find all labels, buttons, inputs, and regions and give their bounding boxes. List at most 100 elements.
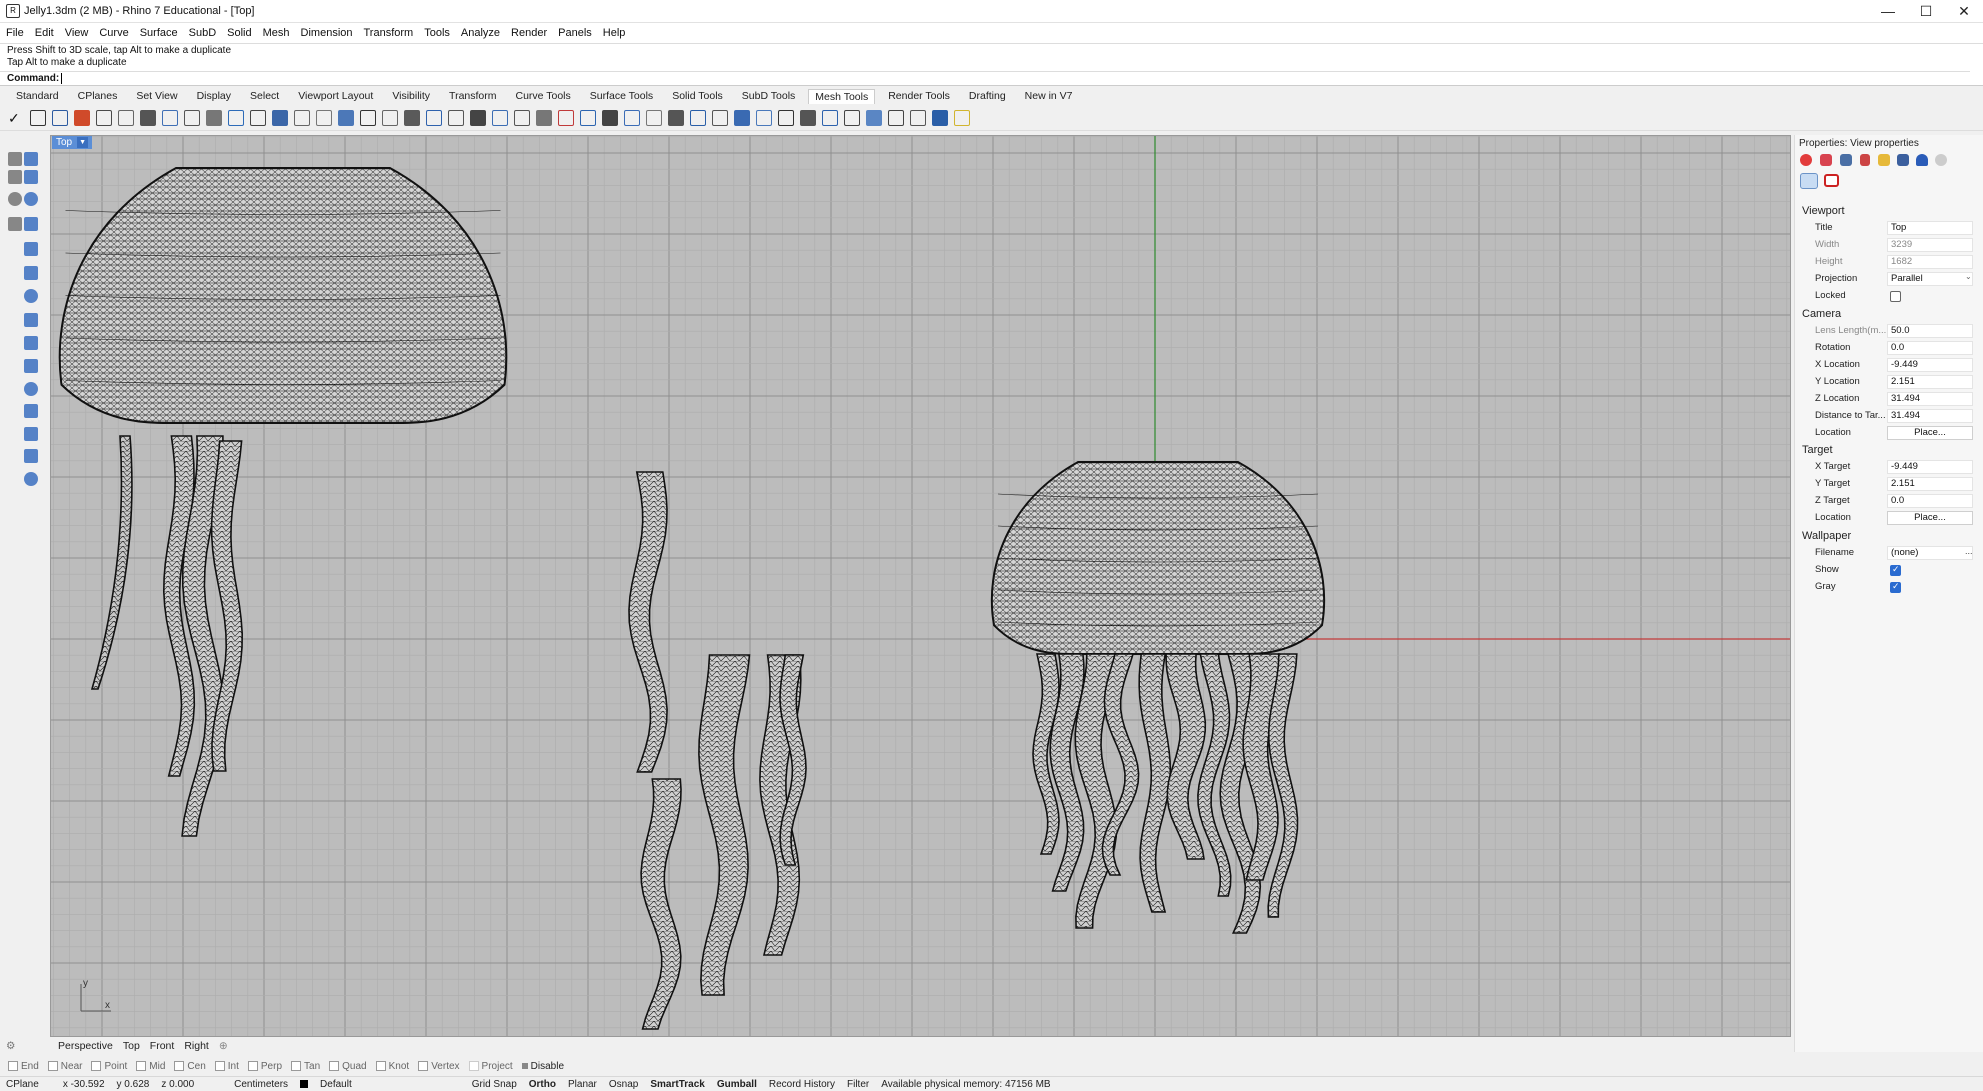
cplane-label[interactable]: CPlane [6,1079,39,1090]
tab-subd-tools[interactable]: SubD Tools [742,90,796,102]
modeling-tool-icon[interactable] [24,336,38,350]
osnap-point[interactable]: Point [91,1061,127,1072]
mesh-tool-icon[interactable] [52,109,68,126]
osnap-tan[interactable]: Tan [291,1061,320,1072]
top-viewport[interactable]: xy [50,135,1791,1037]
mesh-tool-icon[interactable] [756,109,772,126]
modeling-tool-icon[interactable] [24,404,38,418]
menu-surface[interactable]: Surface [140,27,178,39]
mesh-tool-icon[interactable] [844,109,860,126]
osnap-knot[interactable]: Knot [375,1061,409,1072]
modeling-tool-icon[interactable] [24,217,38,231]
ortho-toggle[interactable]: Ortho [529,1079,556,1090]
mesh-tool-icon[interactable] [536,109,552,126]
units-label[interactable]: Centimeters [234,1079,288,1090]
modeling-tool-icon[interactable] [24,242,38,256]
modeling-tool-icon[interactable] [24,427,38,441]
tab-mesh-tools[interactable]: Mesh Tools [808,88,876,104]
osnap-disable[interactable]: Disable [521,1061,564,1072]
mesh-tool-icon[interactable] [734,109,750,126]
mesh-tool-icon[interactable] [668,109,684,126]
tab-cplanes[interactable]: CPlanes [78,90,118,102]
menu-edit[interactable]: Edit [35,27,54,39]
place-camera-button[interactable]: Place... [1887,426,1973,440]
modeling-tool-icon[interactable] [24,313,38,327]
tab-display[interactable]: Display [197,90,231,102]
mesh-tool-icon[interactable] [602,109,618,126]
modeling-tool-icon[interactable] [8,192,22,206]
mesh-tool-icon[interactable] [954,109,970,126]
tab-viewport-layout[interactable]: Viewport Layout [298,90,373,102]
light-icon[interactable] [1860,154,1870,166]
menu-solid[interactable]: Solid [227,27,251,39]
smarttrack-toggle[interactable]: SmartTrack [650,1079,704,1090]
modeling-tool-icon[interactable] [24,382,38,396]
tab-new-in-v7[interactable]: New in V7 [1025,90,1073,102]
osnap-toggle[interactable]: Osnap [609,1079,638,1090]
tab-transform[interactable]: Transform [449,90,496,102]
mesh-tool-icon[interactable] [646,109,662,126]
layer-indicator[interactable]: Default [300,1079,364,1090]
tab-front[interactable]: Front [150,1040,175,1052]
tab-standard[interactable]: Standard [16,90,59,102]
modeling-tool-icon[interactable] [24,289,38,303]
jellyfish-bell-1[interactable] [58,167,508,424]
place-target-button[interactable]: Place... [1887,511,1973,525]
tab-perspective[interactable]: Perspective [58,1040,113,1052]
menu-view[interactable]: View [65,27,89,39]
mesh-tool-icon[interactable] [866,109,882,126]
mesh-tool-icon[interactable] [404,109,420,126]
menu-dimension[interactable]: Dimension [301,27,353,39]
menu-file[interactable]: File [6,27,24,39]
mesh-tool-icon[interactable] [118,109,134,126]
osnap-project[interactable]: Project [468,1061,513,1072]
y-location-field[interactable]: 2.151 [1887,375,1973,389]
osnap-near[interactable]: Near [47,1061,82,1072]
tab-render-tools[interactable]: Render Tools [888,90,950,102]
mesh-tool-icon[interactable] [426,109,442,126]
title-field[interactable]: Top [1887,221,1973,235]
mesh-tool-icon[interactable] [162,109,178,126]
menu-analyze[interactable]: Analyze [461,27,500,39]
mesh-tool-icon[interactable] [294,109,310,126]
tab-visibility[interactable]: Visibility [392,90,430,102]
viewport-frame-icon[interactable] [1824,174,1839,187]
osnap-vertex[interactable]: Vertex [418,1061,460,1072]
modeling-tool-icon[interactable] [24,266,38,280]
planar-toggle[interactable]: Planar [568,1079,597,1090]
osnap-perp[interactable]: Perp [247,1061,282,1072]
menu-transform[interactable]: Transform [364,27,414,39]
mesh-tool-icon[interactable] [382,109,398,126]
modeling-tool-icon[interactable] [24,359,38,373]
modeling-tool-icon[interactable] [8,170,22,184]
mesh-tool-icon[interactable] [184,109,200,126]
modeling-tool-icon[interactable] [8,152,22,166]
minimize-button[interactable]: — [1869,0,1907,23]
filter-toggle[interactable]: Filter [847,1079,869,1090]
jellyfish-bell-2[interactable] [990,461,1326,655]
osnap-end[interactable]: End [8,1061,39,1072]
menu-help[interactable]: Help [603,27,626,39]
mesh-tool-icon[interactable] [360,109,376,126]
close-button[interactable]: ✕ [1945,0,1983,23]
x-location-field[interactable]: -9.449 [1887,358,1973,372]
grid-snap-toggle[interactable]: Grid Snap [472,1079,517,1090]
mesh-tool-icon[interactable] [910,109,926,126]
tab-curve-tools[interactable]: Curve Tools [516,90,571,102]
mesh-tool-icon[interactable] [74,109,90,126]
browse-button[interactable]: ... [1965,546,1973,556]
settings-icon[interactable] [1935,154,1947,166]
mesh-tool-icon[interactable] [580,109,596,126]
tab-right[interactable]: Right [184,1040,209,1052]
command-input[interactable] [61,72,63,84]
viewport-title-tab[interactable]: Top ▼ [52,136,93,149]
rendering-icon[interactable] [1840,154,1852,166]
mesh-tool-icon[interactable] [778,109,794,126]
modeling-tool-icon[interactable] [24,152,38,166]
notification-icon[interactable] [1916,154,1928,166]
z-location-field[interactable]: 31.494 [1887,392,1973,406]
tab-select[interactable]: Select [250,90,279,102]
menu-curve[interactable]: Curve [99,27,128,39]
wallpaper-filename-field[interactable]: (none) [1887,546,1973,560]
osnap-cen[interactable]: Cen [174,1061,206,1072]
